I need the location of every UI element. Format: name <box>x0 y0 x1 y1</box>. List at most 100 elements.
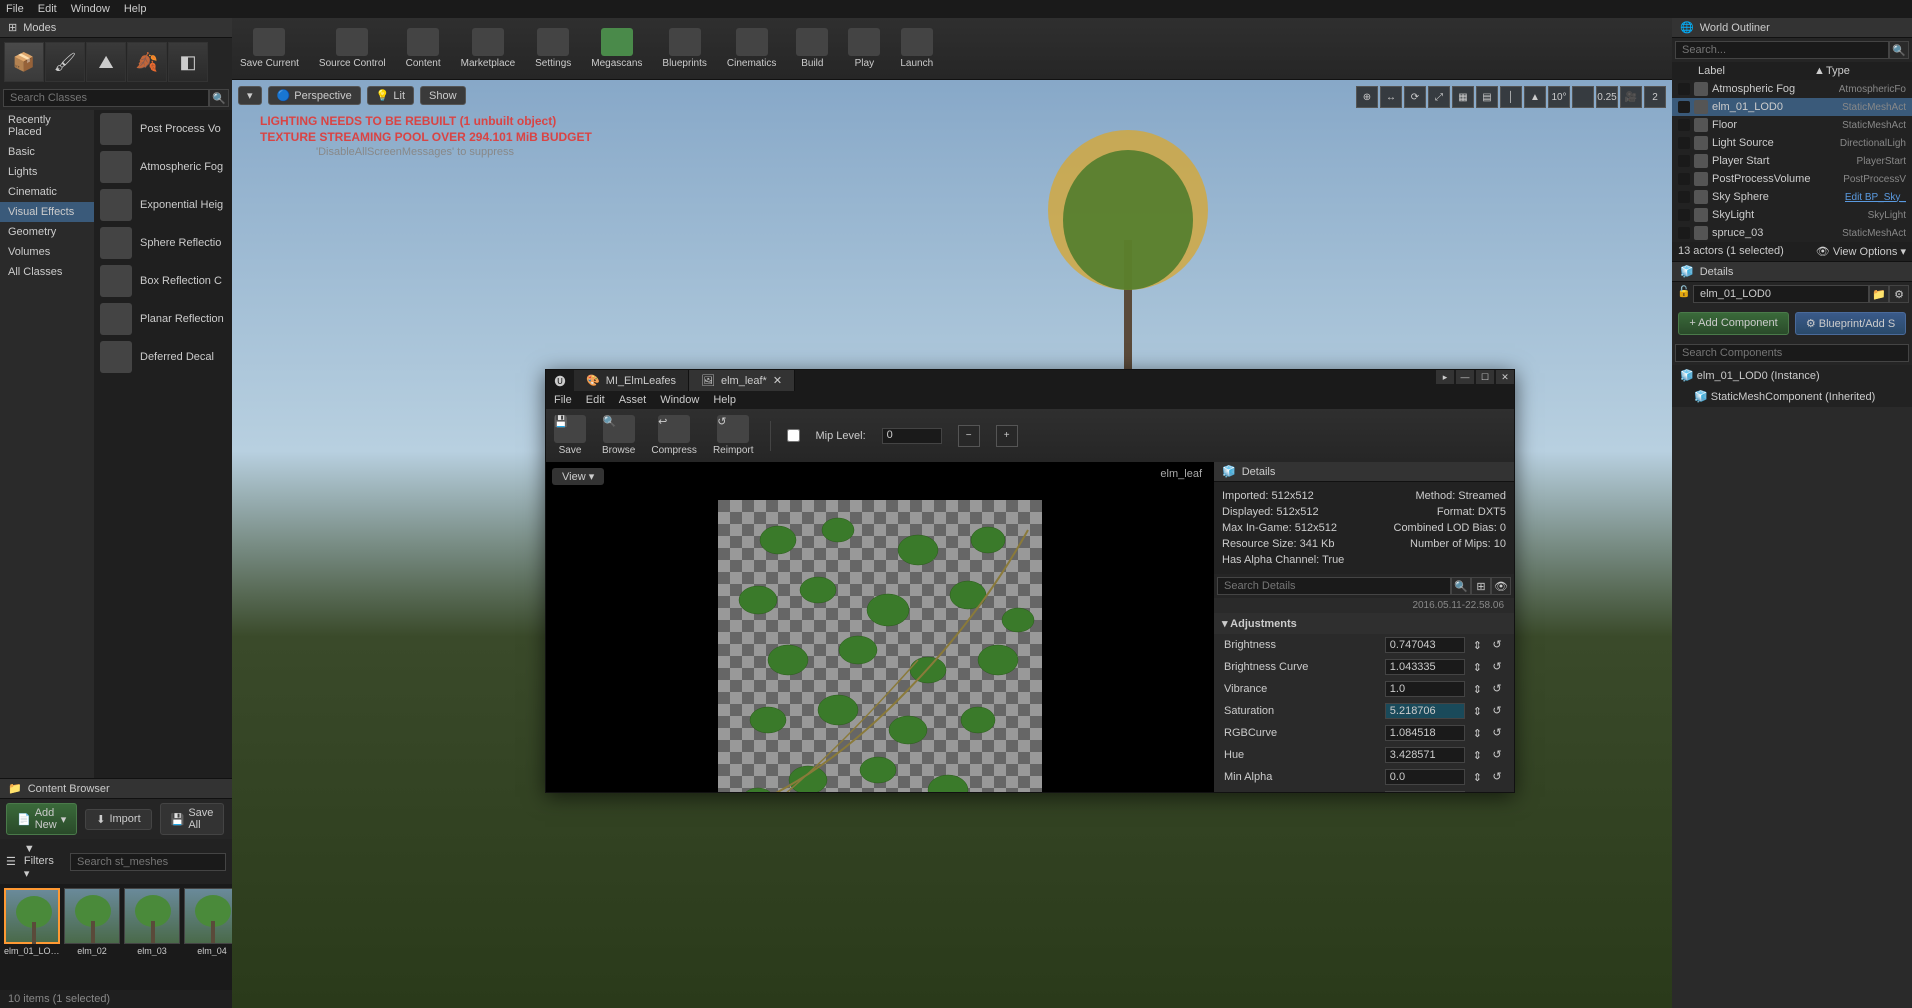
asset-thumb[interactable]: elm_01_LOD0 <box>4 888 60 986</box>
te-canvas[interactable]: View ▾ elm_leaf <box>546 462 1214 792</box>
toolbar-content[interactable]: Content <box>406 28 441 69</box>
mode-item[interactable]: Deferred Decal <box>94 338 232 376</box>
adjustments-section[interactable]: ▾ Adjustments <box>1214 613 1514 634</box>
spinner-icon[interactable]: ⇕ <box>1473 771 1482 784</box>
te-browse-button[interactable]: 🔍Browse <box>602 415 635 456</box>
viewport-tool-icon[interactable]: ⊕ <box>1356 86 1378 108</box>
toolbar-cinematics[interactable]: Cinematics <box>727 28 776 69</box>
landscape-mode-icon[interactable]: ⛰ <box>86 42 126 82</box>
details-comp-search-input[interactable] <box>1675 344 1909 362</box>
te-tab-texture[interactable]: 🖼 elm_leaf* ✕ <box>689 370 795 391</box>
te-compress-button[interactable]: ↩Compress <box>651 415 697 456</box>
details-instance[interactable]: 🧊 elm_01_LOD0 (Instance) <box>1672 365 1912 386</box>
viewport-tool-icon[interactable]: ↔ <box>1380 86 1402 108</box>
matrix-icon[interactable]: ⊞ <box>1471 577 1491 595</box>
spinner-icon[interactable]: ⇕ <box>1473 661 1482 674</box>
cat-volumes[interactable]: Volumes <box>0 242 94 262</box>
lit-button[interactable]: 💡 Lit <box>367 86 414 105</box>
geometry-mode-icon[interactable]: ◧ <box>168 42 208 82</box>
cat-all[interactable]: All Classes <box>0 262 94 282</box>
mip-checkbox[interactable] <box>787 429 800 442</box>
toolbar-save-current[interactable]: Save Current <box>240 28 299 69</box>
toolbar-source-control[interactable]: Source Control <box>319 28 386 69</box>
sort-icon[interactable]: ▲ <box>1814 65 1826 77</box>
te-details-tab[interactable]: 🧊 Details <box>1214 462 1514 482</box>
import-button[interactable]: ⬇ Import <box>85 809 151 830</box>
viewport-tool-icon[interactable]: ▦ <box>1452 86 1474 108</box>
close-icon[interactable]: ✕ <box>773 374 782 387</box>
te-menu-asset[interactable]: Asset <box>619 394 647 406</box>
cat-geometry[interactable]: Geometry <box>0 222 94 242</box>
paint-mode-icon[interactable]: 🖌 <box>45 42 85 82</box>
visibility-icon[interactable] <box>1678 191 1690 203</box>
visibility-icon[interactable] <box>1678 101 1690 113</box>
filters-button[interactable]: ▼ Filters ▾ <box>24 843 62 880</box>
view-options-button[interactable]: 👁 View Options ▾ <box>1816 245 1906 258</box>
cat-visual-effects[interactable]: Visual Effects <box>0 202 94 222</box>
asset-thumb[interactable]: elm_02 <box>64 888 120 986</box>
min-alpha-input[interactable]: 0.0 <box>1385 769 1465 785</box>
search-icon[interactable]: 🔍 <box>209 89 229 107</box>
eye-icon[interactable]: 👁 <box>1491 577 1511 595</box>
outliner-row[interactable]: Player StartPlayerStart <box>1672 152 1912 170</box>
save-all-button[interactable]: 💾 Save All <box>160 803 225 835</box>
foliage-mode-icon[interactable]: 🍂 <box>127 42 167 82</box>
mode-item[interactable]: Post Process Vo <box>94 110 232 148</box>
outliner-search-input[interactable] <box>1675 41 1889 59</box>
vibrance-input[interactable]: 1.0 <box>1385 681 1465 697</box>
maximize-icon[interactable]: ☐ <box>1476 370 1494 384</box>
reset-icon[interactable]: ↺ <box>1490 770 1504 784</box>
mip-slider[interactable]: 0 <box>882 428 942 444</box>
cat-basic[interactable]: Basic <box>0 142 94 162</box>
max-alpha-input[interactable]: 1.0 <box>1385 791 1465 792</box>
toolbar-play[interactable]: Play <box>848 28 880 69</box>
search-icon[interactable]: 🔍 <box>1889 41 1909 59</box>
mip-plus-icon[interactable]: + <box>996 425 1018 447</box>
spinner-icon[interactable]: ⇕ <box>1473 749 1482 762</box>
outliner-row[interactable]: FloorStaticMeshAct <box>1672 116 1912 134</box>
reset-icon[interactable]: ↺ <box>1490 638 1504 652</box>
search-icon[interactable]: 🔍 <box>1451 577 1471 595</box>
visibility-icon[interactable] <box>1678 119 1690 131</box>
te-view-button[interactable]: View ▾ <box>552 468 604 485</box>
toolbar-megascans[interactable]: Megascans <box>591 28 642 69</box>
te-tab-material[interactable]: 🎨 MI_ElmLeafes <box>574 370 689 391</box>
place-mode-icon[interactable]: 📦 <box>4 42 44 82</box>
col-type[interactable]: Type <box>1826 65 1906 77</box>
outliner-row[interactable]: SkyLightSkyLight <box>1672 206 1912 224</box>
te-menu-file[interactable]: File <box>554 394 572 406</box>
spinner-icon[interactable]: ⇕ <box>1473 639 1482 652</box>
outliner-row[interactable]: PostProcessVolumePostProcessV <box>1672 170 1912 188</box>
blueprint-button[interactable]: ⚙ Blueprint/Add S <box>1795 312 1906 335</box>
minimize-icon[interactable]: — <box>1456 370 1474 384</box>
menu-edit[interactable]: Edit <box>38 3 57 15</box>
close-icon[interactable]: ✕ <box>1496 370 1514 384</box>
te-save-button[interactable]: 💾Save <box>554 415 586 456</box>
visibility-icon[interactable] <box>1678 227 1690 239</box>
visibility-icon[interactable] <box>1678 173 1690 185</box>
menu-file[interactable]: File <box>6 3 24 15</box>
outliner-row[interactable]: Sky SphereEdit BP_Sky_ <box>1672 188 1912 206</box>
brightness-curve-input[interactable]: 1.043335 <box>1385 659 1465 675</box>
toolbar-blueprints[interactable]: Blueprints <box>662 28 706 69</box>
cat-lights[interactable]: Lights <box>0 162 94 182</box>
outliner-row[interactable]: elm_01_LOD0StaticMeshAct <box>1672 98 1912 116</box>
spinner-icon[interactable]: ⇕ <box>1473 683 1482 696</box>
mode-item[interactable]: Atmospheric Fog <box>94 148 232 186</box>
viewport-tool-icon[interactable]: 10° <box>1548 86 1570 108</box>
visibility-icon[interactable] <box>1678 137 1690 149</box>
toolbar-launch[interactable]: Launch <box>900 28 933 69</box>
viewport-tool-icon[interactable] <box>1572 86 1594 108</box>
viewport-tool-icon[interactable]: ▲ <box>1524 86 1546 108</box>
viewport-tool-icon[interactable]: 🎥 <box>1620 86 1642 108</box>
reset-icon[interactable]: ↺ <box>1490 726 1504 740</box>
details-name-input[interactable] <box>1693 285 1869 303</box>
details-component[interactable]: 🧊 StaticMeshComponent (Inherited) <box>1672 386 1912 407</box>
te-search-input[interactable] <box>1217 577 1451 595</box>
viewport-tool-icon[interactable]: │ <box>1500 86 1522 108</box>
te-menu-edit[interactable]: Edit <box>586 394 605 406</box>
show-button[interactable]: Show <box>420 86 466 105</box>
brightness-input[interactable]: 0.747043 <box>1385 637 1465 653</box>
mode-item[interactable]: Planar Reflection <box>94 300 232 338</box>
toolbar-marketplace[interactable]: Marketplace <box>461 28 515 69</box>
